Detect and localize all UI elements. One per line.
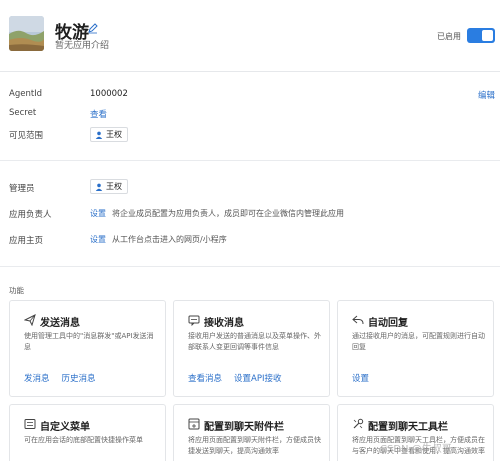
toggle-knob	[482, 30, 493, 41]
app-detail-page: 牧游 暂无应用介绍 已启用 AgentId 1000002 编辑 Secret …	[0, 0, 500, 461]
card-actions: 发消息 历史消息	[24, 372, 96, 384]
features-section-title: 功能	[9, 286, 24, 295]
homepage-hint: 从工作台点击进入的网页/小程序	[112, 235, 227, 244]
paper-plane-icon	[24, 314, 36, 326]
card-title: 发送消息	[40, 318, 80, 329]
visible-range-label: 可见范围	[9, 131, 44, 141]
set-auto-reply-link[interactable]: 设置	[352, 372, 369, 384]
owner-label: 应用负责人	[9, 210, 52, 220]
homepage-set-link[interactable]: 设置	[90, 235, 106, 244]
card-actions: 设置	[352, 372, 369, 384]
feature-card-send-message: 发送消息 使用管理工具中的"消息群发"或API发送消息 发消息 历史消息	[9, 300, 166, 397]
card-title: 接收消息	[204, 318, 244, 329]
edit-link[interactable]: 编辑	[478, 89, 495, 101]
user-icon	[95, 131, 103, 139]
card-title: 自动回复	[368, 318, 408, 329]
card-title: 自定义菜单	[40, 422, 90, 433]
app-logo	[9, 16, 44, 51]
agentid-value: 1000002	[90, 89, 128, 99]
card-title: 配置到聊天附件栏	[204, 422, 284, 433]
feature-card-auto-reply: 自动回复 通过接收用户的消息，可配置规则进行自动回复 设置	[337, 300, 494, 397]
attachment-bar-icon	[188, 418, 200, 430]
feature-card-receive-message: 接收消息 接收用户发送的普通消息以及菜单操作、外部联系人变更回调等事件信息 查看…	[173, 300, 330, 397]
card-description: 将应用页面配置到聊天附件栏，方便成员快捷发送到聊天，提高沟通效率	[188, 436, 321, 455]
status-label: 已启用	[437, 32, 461, 41]
visible-user-name: 王权	[106, 130, 122, 139]
homepage-row: 设置 从工作台点击进入的网页/小程序	[90, 234, 227, 245]
owner-set-link[interactable]: 设置	[90, 209, 106, 218]
owner-hint: 将企业成员配置为应用负责人，成员即可在企业微信内管理此应用	[112, 209, 344, 218]
set-api-receive-link[interactable]: 设置API接收	[234, 372, 281, 384]
history-message-link[interactable]: 历史消息	[62, 372, 96, 384]
feature-card-custom-menu[interactable]: 自定义菜单 可在应用会话的底部配置快捷操作菜单	[9, 404, 166, 461]
divider	[0, 160, 500, 161]
watermark: CSDN @牛叔哥	[380, 444, 452, 455]
message-box-icon	[188, 315, 200, 326]
card-description: 使用管理工具中的"消息群发"或API发送消息	[24, 332, 154, 351]
app-header: 牧游 暂无应用介绍 已启用	[0, 0, 500, 72]
manager-user-chip[interactable]: 王权	[90, 179, 128, 194]
send-message-link[interactable]: 发消息	[24, 372, 50, 384]
card-description: 接收用户发送的普通消息以及菜单操作、外部联系人变更回调等事件信息	[188, 332, 321, 351]
agentid-label: AgentId	[9, 89, 43, 99]
manager-label: 管理员	[9, 184, 35, 194]
user-icon	[95, 183, 103, 191]
card-title: 配置到聊天工具栏	[368, 422, 448, 433]
visible-user-chip[interactable]: 王权	[90, 127, 128, 142]
card-description: 通过接收用户的消息，可配置规则进行自动回复	[352, 332, 485, 351]
secret-label: Secret	[9, 108, 37, 118]
card-description: 可在应用会话的底部配置快捷操作菜单	[24, 436, 143, 444]
card-actions: 查看消息 设置API接收	[188, 372, 281, 384]
menu-list-icon	[24, 419, 36, 429]
homepage-label: 应用主页	[9, 236, 44, 246]
feature-card-chat-attachment-bar[interactable]: 配置到聊天附件栏 将应用页面配置到聊天附件栏，方便成员快捷发送到聊天，提高沟通效…	[173, 404, 330, 461]
app-description: 暂无应用介绍	[55, 41, 110, 51]
reply-arrow-icon	[352, 315, 364, 325]
manager-user-name: 王权	[106, 182, 122, 191]
divider	[0, 266, 500, 267]
view-messages-link[interactable]: 查看消息	[188, 372, 222, 384]
enable-toggle[interactable]	[467, 28, 495, 43]
owner-row: 设置 将企业成员配置为应用负责人，成员即可在企业微信内管理此应用	[90, 208, 344, 219]
view-secret-link[interactable]: 查看	[90, 108, 107, 120]
edit-pencil-icon[interactable]	[87, 22, 99, 34]
tool-bar-icon	[353, 418, 364, 429]
